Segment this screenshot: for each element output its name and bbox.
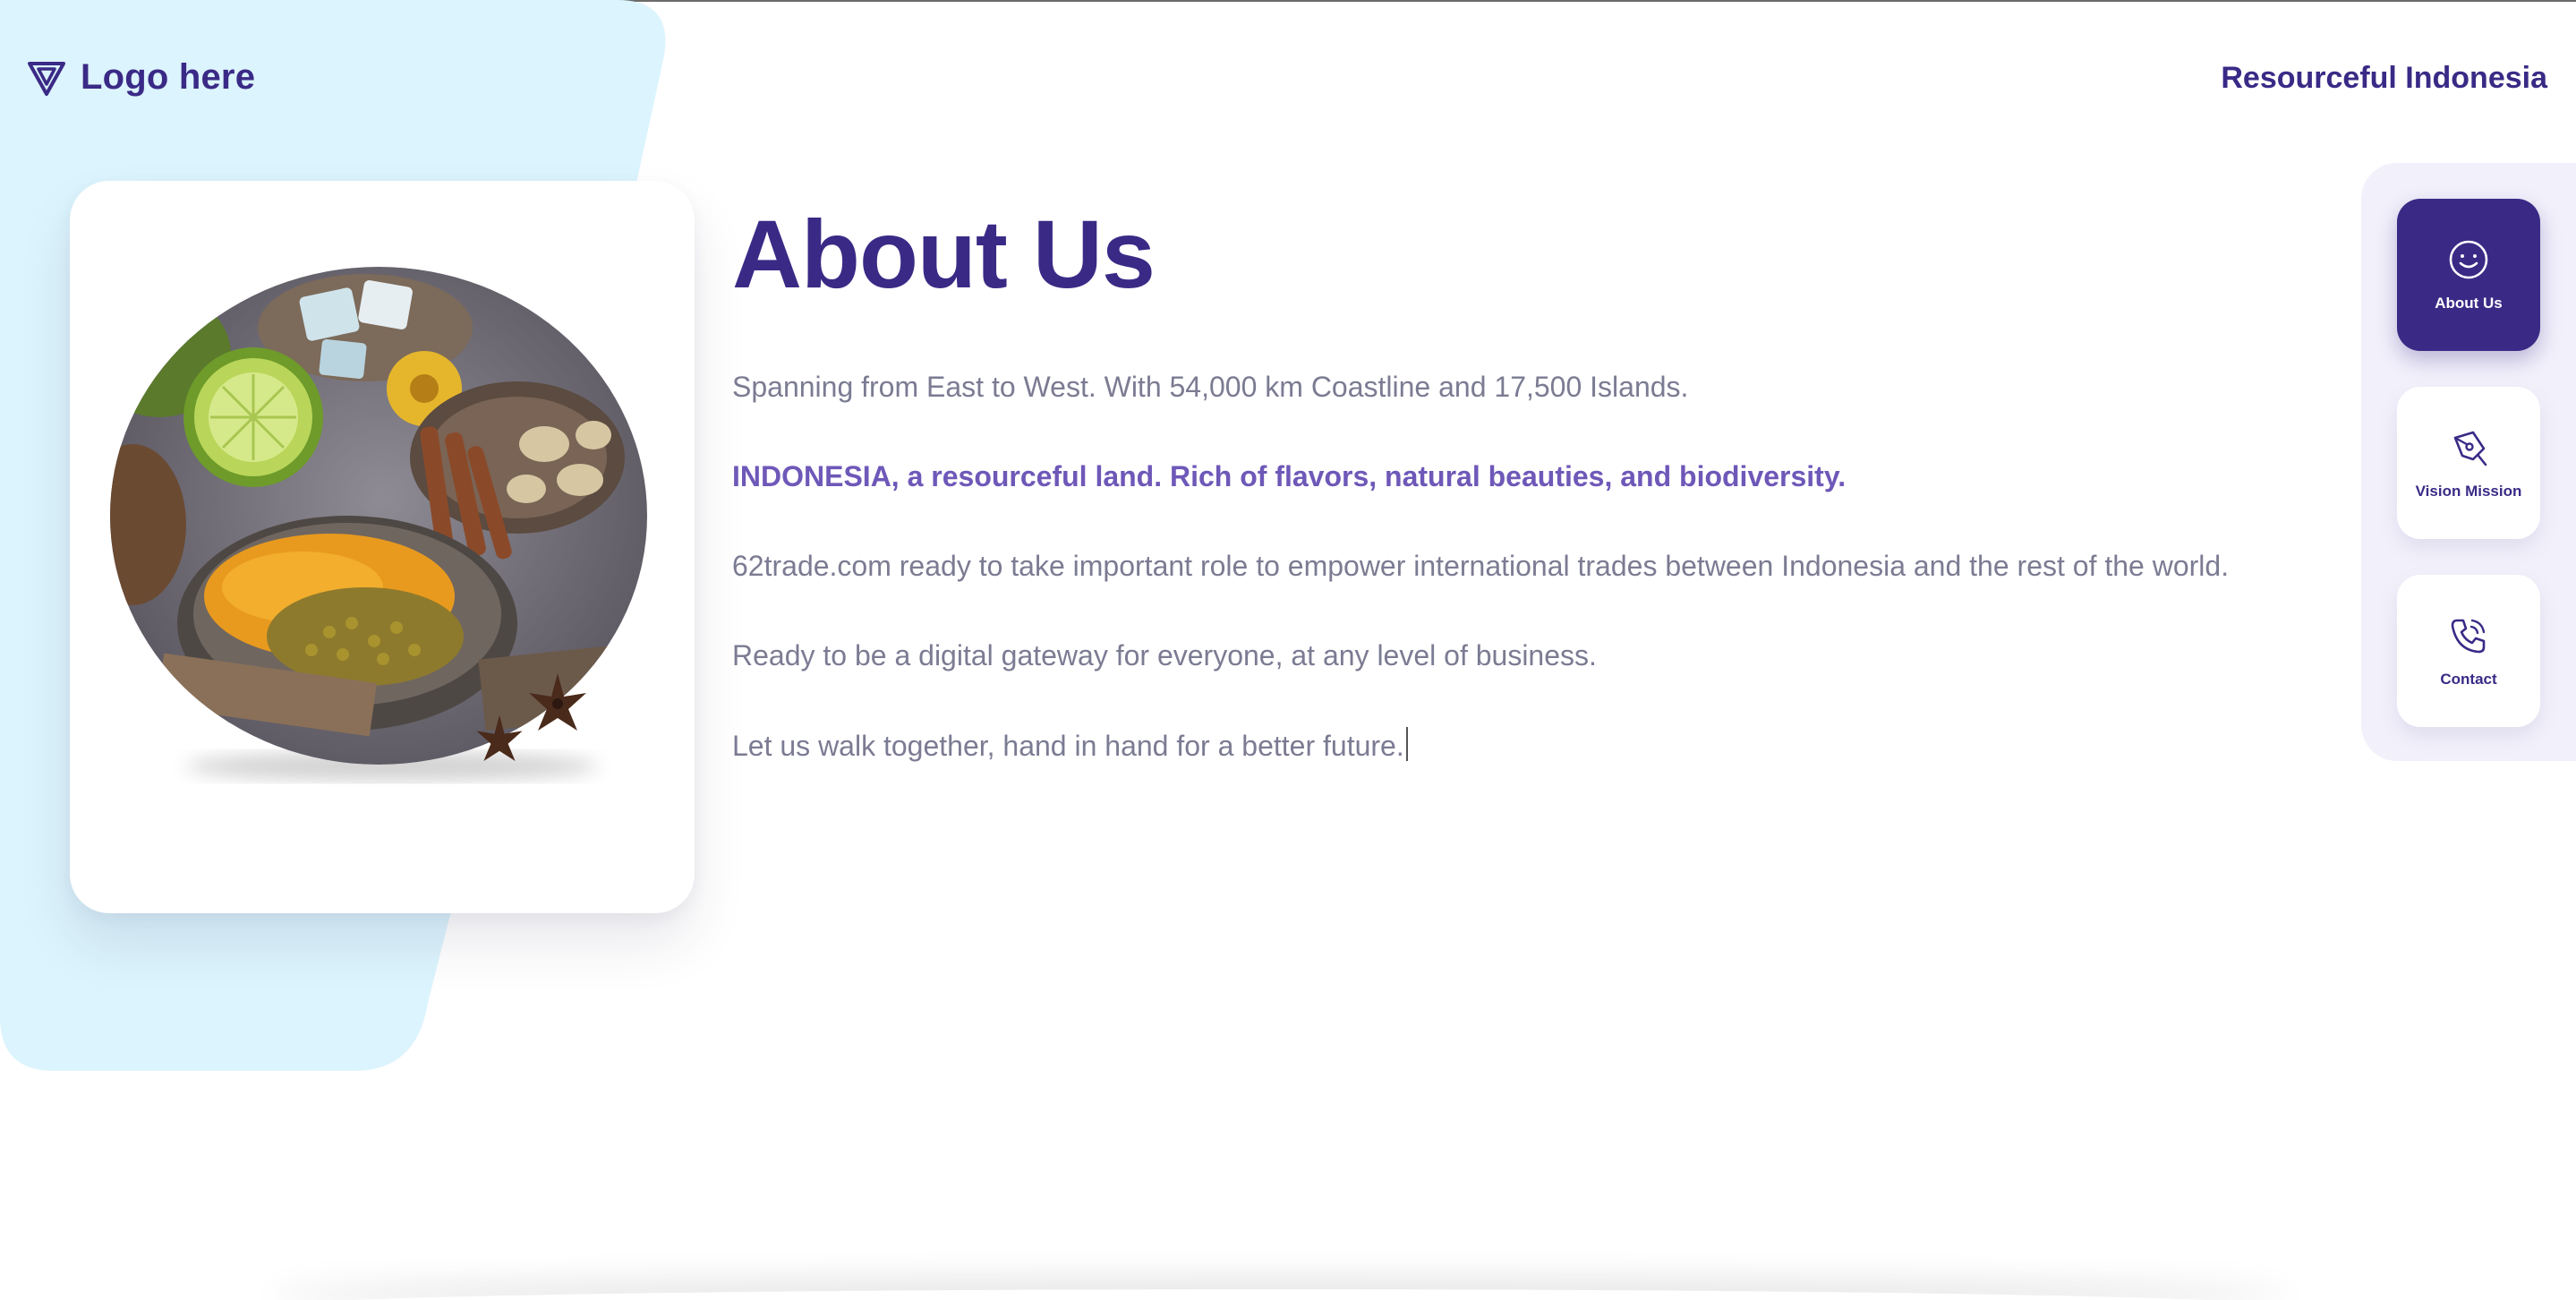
paragraph-gateway: Ready to be a digital gateway for everyo… — [732, 639, 1597, 671]
page: Logo here Resourceful Indonesia About Us… — [0, 0, 2576, 1300]
logo[interactable]: Logo here — [27, 57, 255, 98]
triangle-logo-icon — [28, 61, 65, 96]
side-nav-contact[interactable]: Contact — [2397, 575, 2540, 727]
side-nav-label: Vision Mission — [2415, 483, 2522, 500]
spices-plate-image — [110, 267, 647, 781]
text-caret — [1405, 727, 1408, 761]
smile-icon — [2449, 240, 2488, 279]
image-card — [70, 181, 695, 913]
phone-icon — [2451, 619, 2486, 654]
page-title: About Us — [732, 200, 1156, 308]
closing-text: Let us walk together, hand in hand for a… — [732, 730, 1404, 762]
paragraph-mission: 62trade.com ready to take important role… — [732, 550, 2230, 582]
footer-shadow — [269, 1289, 2291, 1300]
pen-nib-icon — [2453, 431, 2487, 466]
about-content: About Us Spanning from East to West. Wit… — [732, 200, 2307, 763]
paragraph-closing: Let us walk together, hand in hand for a… — [732, 727, 1408, 764]
logo-text: Logo here — [81, 57, 256, 97]
paragraph-highlight: INDONESIA, a resourceful land. Rich of f… — [732, 460, 1847, 492]
side-nav-vision-mission[interactable]: Vision Mission — [2397, 387, 2540, 539]
side-nav-label: About Us — [2435, 295, 2503, 312]
side-nav-label: Contact — [2440, 671, 2497, 688]
paragraph-geography: Spanning from East to West. With 54,000 … — [732, 371, 1689, 403]
side-nav-about-us[interactable]: About Us — [2397, 199, 2540, 351]
site-tagline: Resourceful Indonesia — [2221, 61, 2547, 95]
